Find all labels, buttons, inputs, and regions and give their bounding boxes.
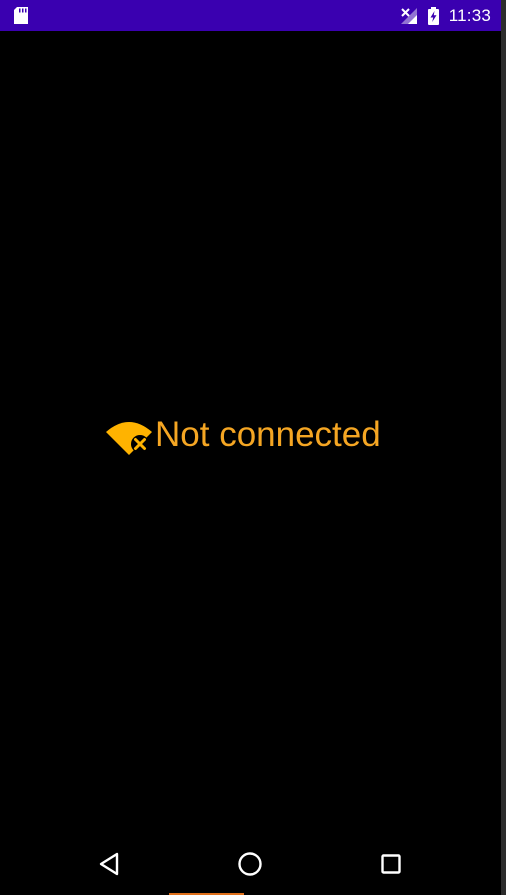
recents-button[interactable]: [376, 849, 406, 879]
connection-status: Not connected: [105, 412, 381, 458]
back-triangle-icon: [98, 852, 120, 876]
status-bar: 11:33: [0, 0, 501, 31]
status-time: 11:33: [448, 5, 491, 25]
wifi-off-icon: [105, 415, 153, 455]
recents-square-icon: [380, 853, 402, 875]
screen-edge: [501, 0, 506, 895]
home-circle-icon: [237, 851, 263, 877]
app-screen: 11:33 Not connected: [0, 0, 506, 895]
not-connected-label: Not connected: [155, 415, 381, 454]
battery-charging-icon: [427, 6, 439, 25]
back-button[interactable]: [94, 849, 124, 879]
status-icons: 11:33: [400, 0, 491, 31]
sd-card-icon: [14, 7, 28, 24]
home-button[interactable]: [235, 849, 265, 879]
signal-off-icon: [400, 7, 418, 25]
navigation-bar: [0, 833, 501, 895]
